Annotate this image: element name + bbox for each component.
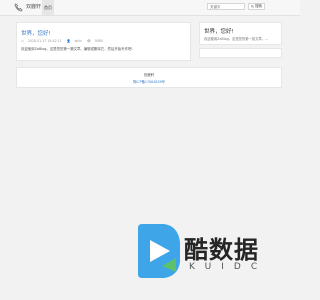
post-meta: ◷ 2018-01-17 15:42:11 👤 wlkz 👁 9080: [21, 39, 107, 43]
eye-icon: 👁: [86, 39, 91, 43]
sidebar-post-title[interactable]: 世界，您好!: [204, 27, 234, 35]
search-button[interactable]: 搜索: [248, 3, 265, 10]
post-views: 9080: [94, 39, 103, 43]
footer-icp-link[interactable]: 豫ICP备17004839号: [17, 79, 281, 84]
search-icon: [251, 4, 254, 8]
top-navbar: 双鹿轩 首页 搜索: [0, 0, 300, 16]
user-icon: 👤: [66, 39, 71, 43]
search-button-label: 搜索: [255, 4, 263, 8]
sidebar-post-excerpt: 欢迎使用ZaBlog。这是您的第一篇文章。...: [204, 37, 269, 41]
footer: 双鹿轩 豫ICP备17004839号: [16, 67, 282, 88]
sidebar-empty-widget: [199, 48, 282, 58]
footer-site-name: 双鹿轩: [143, 73, 155, 77]
phone-logo-icon[interactable]: [14, 3, 23, 12]
clock-icon: ◷: [21, 39, 24, 43]
post-title[interactable]: 世界，您好!: [21, 29, 51, 37]
nav-item-home[interactable]: 首页: [42, 0, 54, 15]
sidebar-latest-card: 世界，您好! 欢迎使用ZaBlog。这是您的第一篇文章。...: [199, 22, 282, 45]
watermark-title: 酷数据: [184, 236, 259, 264]
search-input[interactable]: [207, 3, 245, 10]
post-author[interactable]: wlkz: [75, 39, 82, 43]
site-name[interactable]: 双鹿轩: [26, 4, 41, 11]
watermark-subtitle: KUIDC: [189, 262, 268, 272]
post-date: 2018-01-17 15:42:11: [27, 39, 62, 43]
play-logo-icon: [138, 224, 180, 278]
watermark-logo: 酷数据 KUIDC: [132, 222, 282, 280]
post-excerpt: 欢迎使用ZaBlog。这是您的第一篇文章。编辑或删除它，然后开始写作吧!: [21, 47, 133, 51]
post-card: 世界，您好! ◷ 2018-01-17 15:42:11 👤 wlkz 👁 9080 …: [16, 22, 191, 61]
